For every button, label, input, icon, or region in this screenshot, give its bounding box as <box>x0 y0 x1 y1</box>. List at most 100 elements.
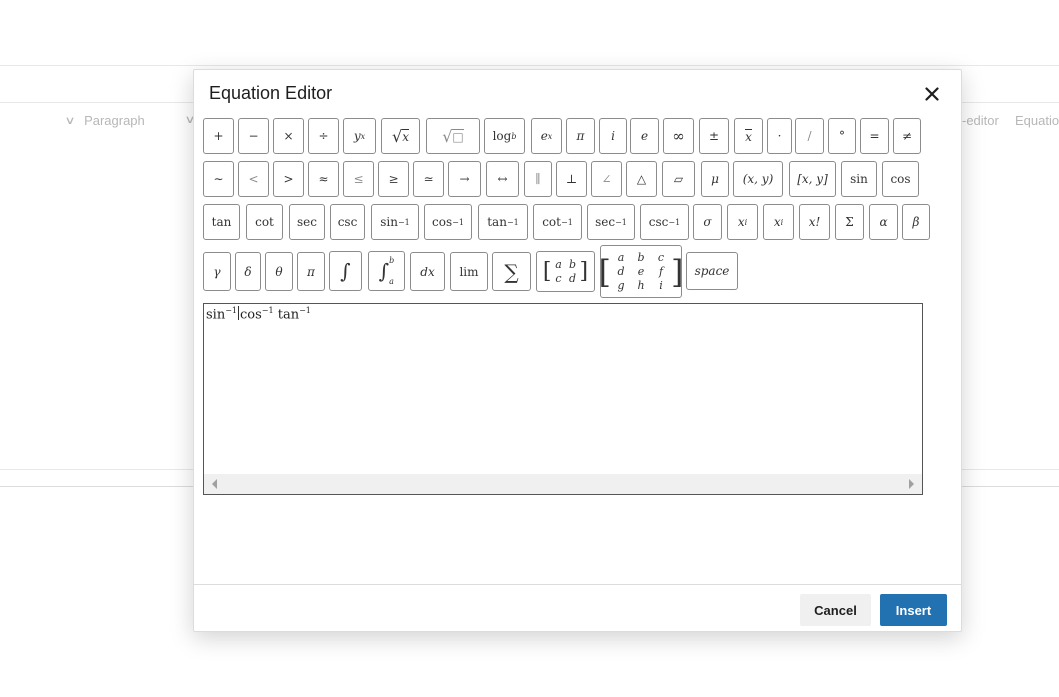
key-definite-integral[interactable]: ∫ b a <box>368 251 405 291</box>
key-leq[interactable]: ≤ <box>343 161 374 197</box>
key-label: lim <box>459 264 479 279</box>
key-label: ÷ <box>318 129 329 143</box>
key-open-interval[interactable]: (x, y) <box>733 161 783 197</box>
insert-button[interactable]: Insert <box>880 594 947 626</box>
key-summation[interactable]: ∑ <box>492 252 531 291</box>
key-arccsc[interactable]: csc −1 <box>640 204 689 240</box>
key-arccos[interactable]: cos −1 <box>424 204 472 240</box>
key-degree[interactable]: ° <box>828 118 856 154</box>
key-plus-minus[interactable]: ± <box>699 118 729 154</box>
key-label: tan <box>211 215 232 229</box>
key-dx[interactable]: dx <box>410 252 445 291</box>
key-perpendicular[interactable]: ⊥ <box>556 161 587 197</box>
key-power[interactable]: yx <box>343 118 376 154</box>
key-arccot[interactable]: cot −1 <box>533 204 582 240</box>
key-closed-interval[interactable]: [x, y] <box>789 161 836 197</box>
key-left-right-arrow[interactable]: ↔ <box>486 161 519 197</box>
key-divide[interactable]: ÷ <box>308 118 339 154</box>
eq-sup: −1 <box>225 306 237 315</box>
key-slash[interactable]: / <box>795 118 824 154</box>
key-label: dx <box>420 264 435 279</box>
key-superscript[interactable]: xi <box>727 204 758 240</box>
key-pi[interactable]: π <box>566 118 595 154</box>
key-greater-than[interactable]: > <box>273 161 304 197</box>
key-right-arrow[interactable]: → <box>448 161 481 197</box>
key-cot[interactable]: cot <box>246 204 283 240</box>
key-label: √ <box>442 126 453 146</box>
key-minus[interactable]: − <box>238 118 269 154</box>
matrix-cell: d <box>617 265 625 278</box>
key-triangle[interactable]: △ <box>626 161 657 197</box>
key-label: ≥ <box>388 172 399 186</box>
key-csc[interactable]: csc <box>330 204 365 240</box>
key-subscript[interactable]: xi <box>763 204 794 240</box>
key-sqrt[interactable]: √ x <box>381 118 420 154</box>
scroll-right-arrow-icon[interactable] <box>909 479 914 489</box>
key-less-than[interactable]: < <box>238 161 269 197</box>
key-arctan[interactable]: tan −1 <box>478 204 528 240</box>
key-infinity[interactable]: ∞ <box>663 118 694 154</box>
key-label: e <box>540 129 548 143</box>
key-sigma[interactable]: σ <box>693 204 722 240</box>
key-theta[interactable]: θ <box>265 252 293 291</box>
key-i[interactable]: i <box>599 118 627 154</box>
key-alpha[interactable]: α <box>869 204 898 240</box>
key-space[interactable]: space <box>686 252 738 290</box>
key-not-equal[interactable]: ≠ <box>893 118 921 154</box>
key-capital-sigma[interactable]: Σ <box>835 204 864 240</box>
key-exp[interactable]: ex <box>531 118 562 154</box>
equation-input[interactable]: sin−1 cos−1 tan−1 <box>203 303 923 495</box>
key-label: → <box>459 172 470 186</box>
key-parallelogram[interactable]: ▱ <box>662 161 695 197</box>
eq-term: tan <box>277 307 300 323</box>
key-factorial[interactable]: x! <box>799 204 830 240</box>
bracket-left: [ <box>598 252 611 291</box>
key-sub: a <box>389 277 394 286</box>
key-arcsin[interactable]: sin −1 <box>371 204 419 240</box>
key-sec[interactable]: sec <box>289 204 325 240</box>
key-simeq[interactable]: ≃ <box>413 161 444 197</box>
key-angle[interactable]: ∠ <box>591 161 622 197</box>
key-integral[interactable]: ∫ <box>329 251 362 291</box>
key-log[interactable]: log b <box>484 118 525 154</box>
key-plus[interactable]: + <box>203 118 234 154</box>
integral-bounds: b a <box>389 256 394 286</box>
key-times[interactable]: × <box>273 118 304 154</box>
key-cdot[interactable]: · <box>767 118 792 154</box>
cancel-button[interactable]: Cancel <box>800 594 871 626</box>
key-equals[interactable]: = <box>860 118 889 154</box>
key-nth-root[interactable]: √ □ <box>426 118 480 154</box>
key-bar[interactable]: x <box>734 118 763 154</box>
symbol-palette: + − × ÷ yx √ x √ □ log b ex π i e ∞ ± x · /… <box>194 70 961 300</box>
matrix-cell: g <box>617 279 625 292</box>
key-matrix-2x2[interactable]: [ a b c d ] <box>536 251 595 292</box>
key-tilde[interactable]: ∼ <box>203 161 234 197</box>
scroll-left-arrow-icon[interactable] <box>212 479 217 489</box>
eq-sup: −1 <box>299 306 311 315</box>
key-sup: −1 <box>506 217 519 227</box>
key-sin[interactable]: sin <box>841 161 877 197</box>
key-cos[interactable]: cos <box>882 161 919 197</box>
key-label: cos <box>432 215 453 229</box>
key-label: ▱ <box>673 172 684 186</box>
horizontal-scrollbar[interactable] <box>204 474 922 494</box>
key-mu[interactable]: μ <box>701 161 729 197</box>
key-pi-lower[interactable]: π <box>297 252 325 291</box>
key-label: / <box>807 129 812 143</box>
key-limit[interactable]: lim <box>450 252 488 291</box>
equation-content: sin−1 cos−1 tan−1 <box>206 306 311 322</box>
key-arcsec[interactable]: sec −1 <box>587 204 635 240</box>
footer-divider <box>194 584 961 585</box>
key-tan[interactable]: tan <box>203 204 240 240</box>
key-matrix-3x3[interactable]: [ a b c d e f g h i ] <box>598 245 683 298</box>
key-delta[interactable]: δ <box>235 252 261 291</box>
key-beta[interactable]: β <box>902 204 930 240</box>
key-parallel[interactable]: ∥ <box>524 161 552 197</box>
bracket-right: ] <box>579 259 589 284</box>
key-label: α <box>879 215 888 229</box>
key-e[interactable]: e <box>630 118 659 154</box>
key-geq[interactable]: ≥ <box>378 161 409 197</box>
key-approx[interactable]: ≈ <box>308 161 339 197</box>
key-gamma[interactable]: γ <box>203 252 231 291</box>
matrix-cell: c <box>555 272 562 285</box>
